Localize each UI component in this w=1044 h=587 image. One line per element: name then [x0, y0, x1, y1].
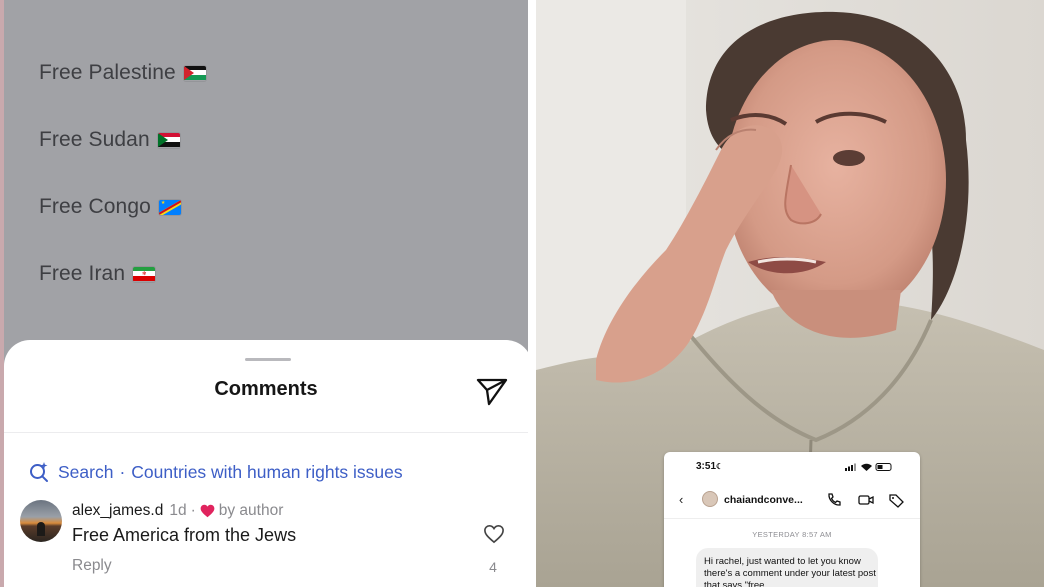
post-line-iran: Free Iran ✻	[39, 260, 156, 288]
status-time-text: 3:51	[696, 461, 717, 472]
heart-filled-icon	[200, 504, 215, 518]
message-date: YESTERDAY 8:57 AM	[752, 530, 832, 539]
search-sparkle-icon	[30, 462, 48, 482]
send-icon[interactable]	[475, 374, 509, 408]
post-line-text: Free Iran	[39, 262, 126, 285]
post-line-palestine: Free Palestine	[39, 59, 206, 87]
phone-icon	[828, 493, 841, 506]
post-line-sudan: Free Sudan	[39, 126, 180, 154]
search-query: Countries with human rights issues	[131, 461, 403, 482]
post-line-congo: Free Congo ★	[39, 193, 181, 221]
tag-icon	[889, 494, 904, 508]
contact-avatar[interactable]	[702, 491, 718, 507]
drag-handle[interactable]	[245, 358, 291, 361]
liked-by-author: by author	[218, 502, 284, 519]
comment-text: Free America from the Jews	[72, 525, 297, 545]
comment-username[interactable]: alex_james.d	[72, 502, 163, 520]
message-text: Hi rachel, just wanted to let you know t…	[704, 556, 876, 587]
comment-time: 1d	[169, 502, 187, 519]
post-panel: Free Palestine Free Sudan Free Congo ★ F…	[0, 0, 528, 587]
avatar[interactable]	[20, 500, 62, 542]
dm-action-icons[interactable]	[824, 492, 910, 508]
comment-separator: ·	[190, 502, 196, 519]
comment-search-suggestion[interactable]: Search · Countries with human rights iss…	[28, 459, 403, 485]
reply-button[interactable]: Reply	[72, 557, 112, 575]
like-count: 4	[489, 559, 497, 575]
comments-sheet: Comments Search · Countries with human r…	[4, 340, 528, 587]
palestine-flag-icon	[183, 65, 206, 81]
dm-divider	[664, 518, 920, 519]
iran-flag-icon: ✻	[133, 266, 156, 282]
status-time: 3:51☾	[696, 461, 723, 472]
sheet-title: Comments	[214, 378, 318, 400]
contact-name[interactable]: chaiandconve...	[724, 494, 803, 506]
post-line-text: Free Sudan	[39, 128, 150, 151]
sheet-divider	[4, 432, 528, 433]
search-label: Search	[58, 461, 114, 482]
comment-header: alex_james.d 1d · by author	[72, 501, 283, 521]
sudan-flag-icon	[157, 132, 180, 148]
search-separator: ·	[119, 461, 126, 482]
moon-icon: ☾	[716, 462, 724, 471]
status-bar-icons	[845, 463, 892, 471]
video-panel: 3:51☾ ‹ chaiandconve... YESTERDAY 8:57 A…	[536, 0, 1044, 587]
post-line-text: Free Palestine	[39, 61, 176, 84]
heart-outline-icon[interactable]	[483, 524, 505, 544]
post-line-text: Free Congo	[39, 195, 151, 218]
video-icon	[858, 495, 870, 505]
back-icon[interactable]: ‹	[679, 492, 683, 507]
congo-flag-icon: ★	[158, 199, 181, 215]
dm-screenshot: 3:51☾ ‹ chaiandconve... YESTERDAY 8:57 A…	[664, 452, 920, 587]
